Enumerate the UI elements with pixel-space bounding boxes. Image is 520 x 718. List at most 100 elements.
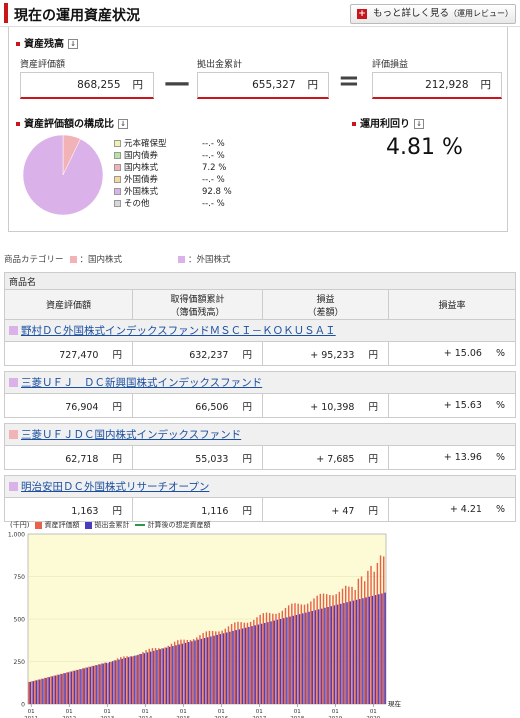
unit: 円 — [112, 505, 122, 517]
chart-bar-asset — [306, 603, 309, 704]
contrib-label: 拠出金累計 — [197, 60, 243, 70]
fund-gain-value-text: + 10,398 — [310, 401, 355, 413]
fund-name-link[interactable]: 野村ＤＣ外国株式インデックスファンドＭＳＣＩ－ＫＯＫＵＳＡＩ — [21, 325, 336, 337]
chart-bar-contrib — [134, 655, 136, 704]
chart-bar-contrib — [96, 665, 98, 704]
chart-bar-asset — [132, 656, 135, 704]
category-label-item: ：外国株式 — [188, 255, 231, 265]
chart-bar-asset — [310, 601, 312, 704]
chart-bar-asset — [113, 660, 116, 704]
chart-bar-contrib — [352, 600, 355, 704]
chart-bar-asset — [297, 603, 299, 704]
fund-name-cell: 三菱ＵＦＪ ＤＣ新興国株式インデックスファンド — [4, 371, 516, 394]
product-name-header: 商品名 — [4, 272, 516, 290]
chart-bar-contrib — [314, 610, 317, 704]
chart-bar-asset — [43, 677, 46, 704]
chart-bar-asset — [344, 585, 347, 704]
pie-slices — [22, 134, 104, 216]
chart-bar-contrib — [216, 634, 218, 704]
chart-bar-asset — [256, 617, 258, 704]
chart-bar-contrib — [311, 610, 313, 704]
info-icon[interactable]: ↓ — [414, 119, 424, 129]
chart-bar-contrib — [165, 647, 168, 704]
fund-category-swatch — [9, 482, 18, 491]
chart-bar-asset — [202, 632, 204, 704]
chart-bar-asset — [205, 631, 207, 704]
composition-title-text: 資産評価額の構成比 — [24, 119, 114, 130]
fund-asset-value-text: 76,904 — [65, 401, 99, 413]
chart-bar-asset — [272, 613, 274, 704]
unit: % — [495, 452, 505, 463]
chart-bar-contrib — [118, 659, 120, 704]
legend-swatch — [114, 188, 121, 195]
composition-legend-item: その他 --.- % — [114, 198, 264, 210]
chart-bar-asset — [151, 648, 154, 704]
chart-bar-contrib — [32, 681, 35, 704]
chart-bar-contrib — [54, 675, 57, 704]
chart-y-tick: 500 — [14, 617, 26, 624]
chart-bar-contrib — [378, 594, 380, 704]
fund-name-row: 三菱ＵＦＪＤＣ国内株式インデックスファンド — [4, 423, 516, 446]
chart-y-tick: 1,000 — [8, 532, 25, 539]
fund-rate-value-text: + 15.06 — [443, 348, 482, 359]
chart-bar-asset — [230, 624, 233, 704]
unit: 円 — [242, 453, 252, 465]
chart-bar-contrib — [226, 632, 228, 704]
unit: 円 — [132, 79, 144, 91]
chart-bar-contrib — [270, 621, 272, 704]
legend-swatch — [114, 152, 121, 159]
col-cost-sub: （簿価残高） — [170, 307, 225, 318]
chart-bar-asset — [354, 589, 356, 704]
chart-bar-contrib — [172, 646, 174, 704]
chart-bar-asset — [265, 612, 268, 704]
chart-x-tick-month: 01 — [28, 709, 35, 715]
chart-bar-contrib — [292, 615, 294, 704]
chart-y-tick: 0 — [21, 702, 25, 709]
chart-bar-asset — [72, 670, 74, 704]
fund-name-link[interactable]: 三菱ＵＦＪ ＤＣ新興国株式インデックスファンド — [21, 377, 262, 389]
chart-bar-asset — [332, 595, 334, 704]
legend-swatch — [114, 140, 121, 147]
chart-bar-contrib — [191, 641, 193, 704]
more-details-button[interactable]: + もっと詳しく見る（運用レビュー） — [350, 4, 516, 24]
chart-x-tick-month: 01 — [104, 709, 111, 715]
chart-bar-contrib — [286, 617, 288, 704]
chart-bar-asset — [88, 666, 90, 704]
chart-bar-contrib — [42, 678, 44, 704]
legend-label: 国内債券 — [124, 151, 159, 161]
fund-rate-value: + 4.21% — [388, 497, 516, 522]
equals-sign: = — [338, 66, 360, 96]
chart-x-end-label: 現在 — [388, 699, 402, 708]
fund-name-link[interactable]: 明治安田ＤＣ外国株式リサーチオープン — [21, 481, 209, 493]
more-details-sub: （運用レビュー） — [449, 9, 514, 18]
chart-bar-contrib — [143, 653, 146, 704]
col-cost-label: 取得価額累計 — [170, 294, 225, 305]
chart-x-tick-month: 01 — [256, 709, 263, 715]
chart-bar-contrib — [264, 622, 266, 704]
chart-bar-asset — [367, 570, 369, 704]
chart-bar-asset — [322, 593, 325, 704]
chart-bar-contrib — [241, 628, 244, 704]
chart-bar-asset — [243, 622, 246, 704]
chart-bar-asset — [319, 593, 322, 704]
chart-bar-asset — [91, 665, 93, 704]
fund-values-row: 62,718 円 55,033 円 + 7,685 円 + 13.96% — [4, 445, 516, 470]
fund-category-swatch — [9, 378, 18, 387]
fund-rate-value-text: + 13.96 — [443, 452, 482, 463]
fund-name-cell: 明治安田ＤＣ外国株式リサーチオープン — [4, 475, 516, 498]
chart-bar-contrib — [289, 616, 291, 704]
info-icon[interactable]: ↓ — [118, 119, 128, 129]
unit: % — [495, 400, 505, 411]
chart-bar-contrib — [276, 619, 279, 704]
chart-bar-asset — [211, 631, 214, 704]
chart-bar-contrib — [235, 630, 237, 704]
chart-bar-asset — [357, 578, 360, 704]
legend-percent: 7.2 % — [202, 163, 227, 173]
fund-values-row: 76,904 円 66,506 円 + 10,398 円 + 15.63% — [4, 393, 516, 418]
fund-name-link[interactable]: 三菱ＵＦＪＤＣ国内株式インデックスファンド — [21, 429, 241, 441]
chart-bar-contrib — [64, 673, 66, 704]
info-icon[interactable]: ↓ — [68, 39, 78, 49]
chart-bar-contrib — [267, 622, 269, 704]
legend-label: その他 — [124, 199, 150, 209]
chart-bar-asset — [316, 595, 318, 704]
